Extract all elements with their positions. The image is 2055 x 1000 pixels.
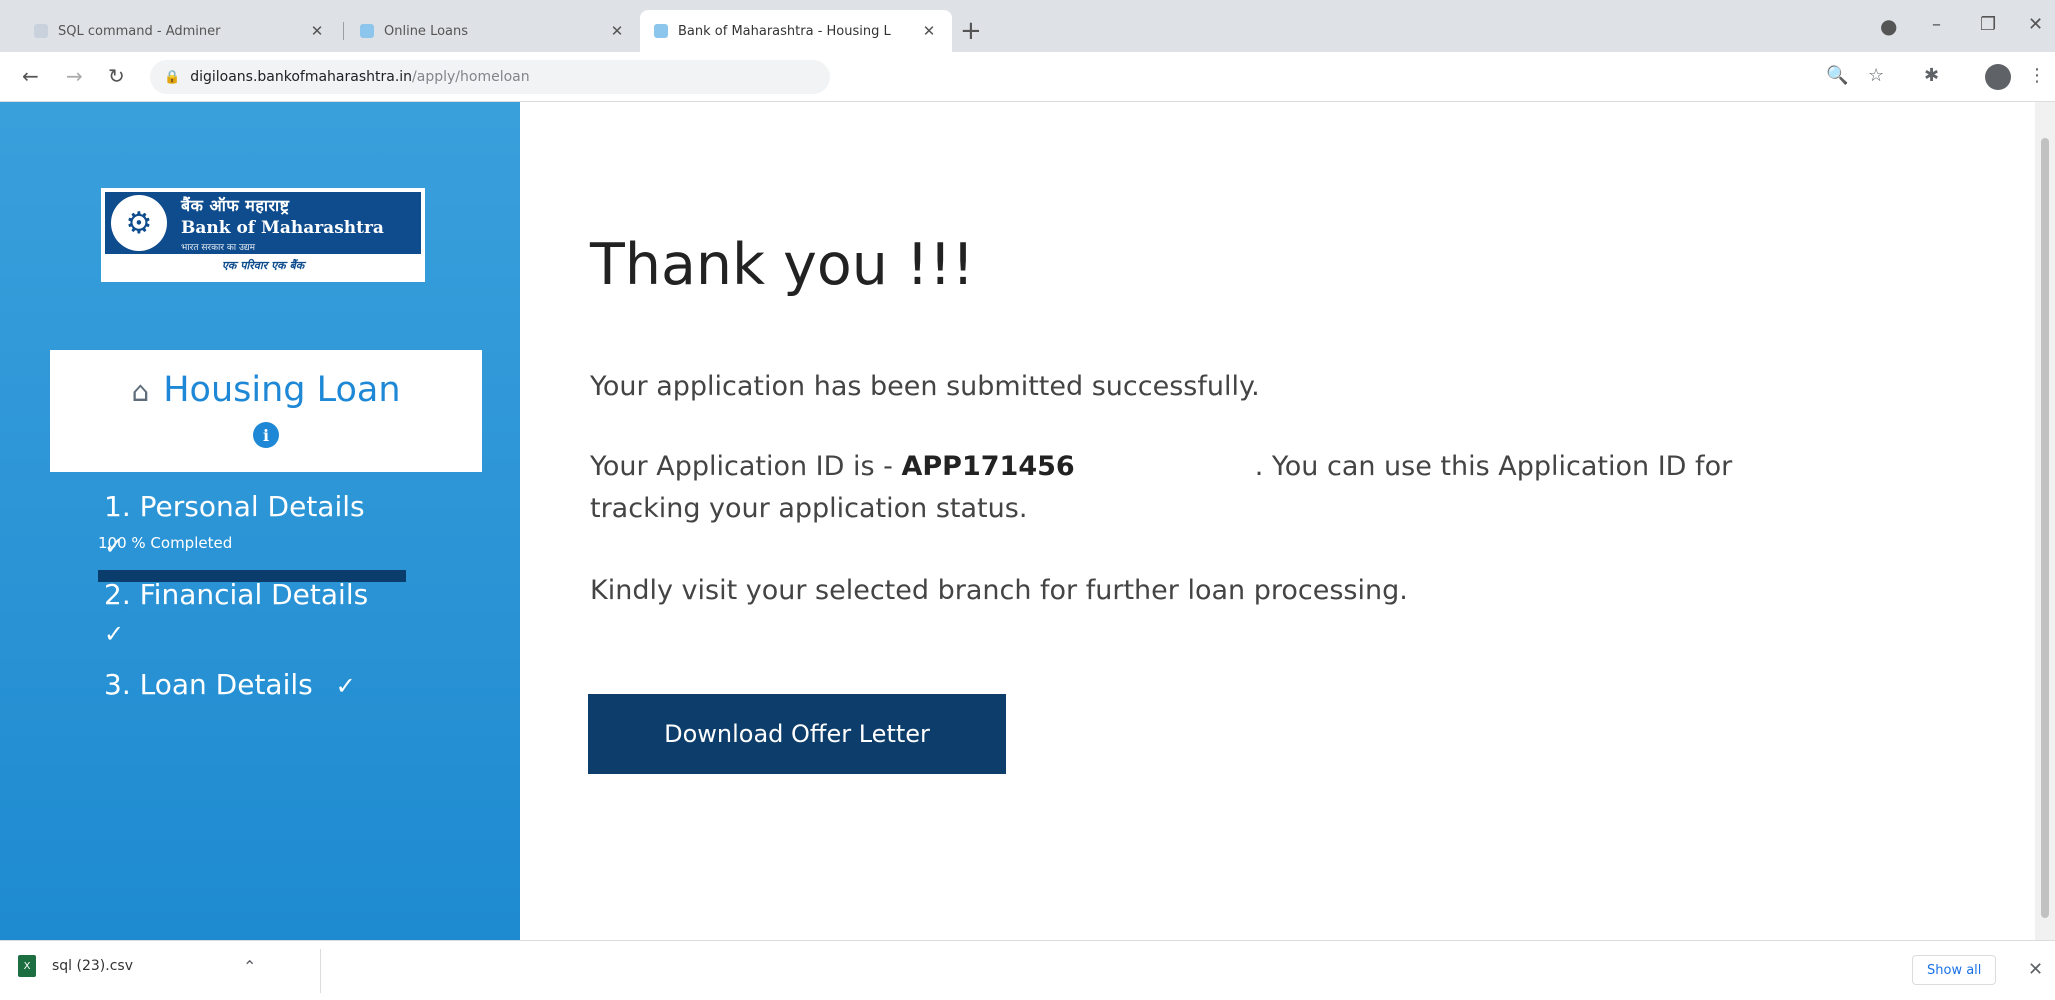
reload-icon[interactable]: ↻ <box>108 64 125 88</box>
house-icon: ⌂ <box>131 375 150 408</box>
chevron-up-icon[interactable]: ⌃ <box>243 957 256 976</box>
step-label: 1. Personal Details <box>104 490 365 523</box>
checkmark-icon: ✓ <box>104 532 125 560</box>
close-icon[interactable]: ✕ <box>920 22 938 40</box>
download-item[interactable]: X sql (23).csv ⌃ <box>18 955 256 977</box>
checkmark-icon: ✓ <box>335 672 356 700</box>
minimize-icon[interactable]: – <box>1932 14 1941 35</box>
main-content: Thank you !!! Your application has been … <box>520 102 2035 940</box>
lock-icon: 🔒 <box>164 69 181 85</box>
close-icon[interactable]: ✕ <box>308 22 326 40</box>
window-close-icon[interactable]: ✕ <box>2028 14 2043 35</box>
submitted-message: Your application has been submitted succ… <box>590 371 1260 402</box>
browser-toolbar: ← → ↻ 🔒 digiloans.bankofmaharashtra.in/a… <box>0 52 2055 102</box>
forward-arrow-icon[interactable]: → <box>66 64 83 88</box>
browser-tab-strip: SQL command - Adminer ✕ Online Loans ✕ B… <box>0 0 2055 52</box>
step-label: 2. Financial Details <box>104 578 369 611</box>
appid-prefix: Your Application ID is - <box>590 451 902 482</box>
tab-sql-command[interactable]: SQL command - Adminer ✕ <box>20 10 340 52</box>
loan-type-card: ⌂ Housing Loan i <box>50 350 482 472</box>
new-tab-icon[interactable]: + <box>960 18 982 44</box>
menu-dots-icon[interactable]: ⋮ <box>2028 65 2046 86</box>
logo-banner: ⚙ बैंक ऑफ महाराष्ट्र Bank of Maharashtra… <box>105 192 421 254</box>
tab-label: Online Loans <box>384 23 469 39</box>
loan-type-label: Housing Loan <box>163 370 401 410</box>
loan-type-title: ⌂ Housing Loan <box>50 370 482 410</box>
adminer-favicon-icon <box>34 24 48 38</box>
tab-online-loans[interactable]: Online Loans ✕ <box>346 10 640 52</box>
appid-line2: tracking your application status. <box>590 493 1028 524</box>
back-arrow-icon[interactable]: ← <box>22 64 39 88</box>
checkmark-icon: ✓ <box>104 620 125 648</box>
profile-circle-icon[interactable]: ● <box>1880 14 1897 38</box>
tab-label: Bank of Maharashtra - Housing L <box>678 23 891 39</box>
scrollbar-thumb[interactable] <box>2041 138 2049 918</box>
close-icon[interactable]: ✕ <box>2028 959 2043 980</box>
zoom-icon[interactable]: 🔍 <box>1826 65 1848 86</box>
logo-hindi-name: बैंक ऑफ महाराष्ट्र <box>181 195 290 215</box>
bank-favicon-icon <box>360 24 374 38</box>
step-loan-details: 3. Loan Details ✓ <box>104 668 356 701</box>
page-scrollbar[interactable] <box>2035 102 2055 940</box>
close-icon[interactable]: ✕ <box>608 22 626 40</box>
sidebar: ⚙ बैंक ऑफ महाराष्ट्र Bank of Maharashtra… <box>0 102 520 940</box>
appid-suffix: . You can use this Application ID for <box>1254 451 1733 482</box>
download-divider <box>320 949 321 993</box>
logo-english-name: Bank of Maharashtra <box>181 217 384 238</box>
step-label: 3. Loan Details <box>104 668 313 701</box>
application-id: APP171456 <box>901 451 1075 482</box>
branch-message: Kindly visit your selected branch for fu… <box>590 575 1408 606</box>
url-path: /apply/homeloan <box>412 69 530 85</box>
profile-avatar[interactable] <box>1985 64 2011 90</box>
step-personal-details: 1. Personal Details <box>104 490 365 523</box>
step-financial-details: 2. Financial Details <box>104 578 368 611</box>
bank-logo: ⚙ बैंक ऑफ महाराष्ट्र Bank of Maharashtra… <box>101 188 425 282</box>
address-bar[interactable]: 🔒 digiloans.bankofmaharashtra.in/apply/h… <box>150 60 830 94</box>
download-offer-letter-button[interactable]: Download Offer Letter <box>588 694 1006 774</box>
page-title: Thank you !!! <box>590 232 975 298</box>
tab-bank-of-maharashtra[interactable]: Bank of Maharashtra - Housing L ✕ <box>640 10 952 52</box>
bookmark-star-icon[interactable]: ☆ <box>1868 65 1884 86</box>
bank-favicon-icon <box>654 24 668 38</box>
logo-text: बैंक ऑफ महाराष्ट्र Bank of Maharashtra भ… <box>181 194 384 253</box>
show-all-button[interactable]: Show all <box>1912 955 1997 985</box>
tab-divider <box>343 22 344 40</box>
tab-label: SQL command - Adminer <box>58 23 221 39</box>
bank-emblem-icon: ⚙ <box>111 195 167 251</box>
extensions-puzzle-icon[interactable]: ✱ <box>1924 65 1939 86</box>
url-host: digiloans.bankofmaharashtra.in <box>190 69 413 85</box>
logo-slogan: एक परिवार एक बैंक <box>221 259 305 272</box>
logo-tagline: भारत सरकार का उद्यम <box>181 242 255 253</box>
download-bar: X sql (23).csv ⌃ Show all ✕ <box>0 940 2055 1000</box>
csv-file-icon: X <box>18 955 36 977</box>
restore-icon[interactable]: ❐ <box>1980 14 1996 35</box>
download-file-name: sql (23).csv <box>52 958 133 974</box>
application-id-message: Your Application ID is - APP171456 . You … <box>590 446 1732 530</box>
info-icon[interactable]: i <box>253 422 279 448</box>
